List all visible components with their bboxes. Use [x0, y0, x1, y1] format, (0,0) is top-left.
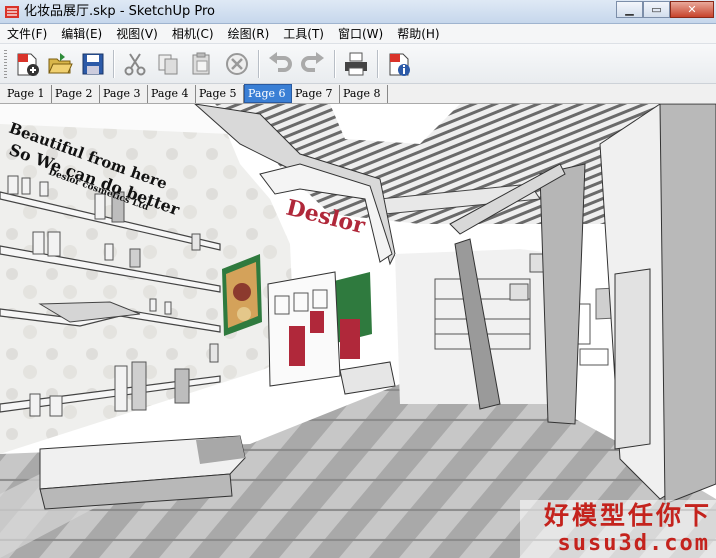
- watermark-url: susu3d.com: [557, 531, 710, 556]
- save-icon: [82, 53, 104, 75]
- center-display-unit: [267, 271, 396, 395]
- toolbar-grip[interactable]: [4, 50, 7, 78]
- model-info-icon: [389, 53, 410, 76]
- tab-page-4[interactable]: Page 4: [148, 85, 196, 103]
- standard-toolbar: [0, 44, 716, 84]
- toolbar-separator: [334, 50, 336, 78]
- menu-file[interactable]: 文件(F): [0, 24, 54, 44]
- toolbar-separator: [258, 50, 260, 78]
- menu-window[interactable]: 窗口(W): [331, 24, 390, 44]
- redo-icon: [301, 52, 324, 72]
- tab-page-5[interactable]: Page 5: [196, 85, 244, 103]
- menu-draw[interactable]: 绘图(R): [221, 24, 277, 44]
- undo-button[interactable]: [265, 49, 295, 79]
- model-info-button[interactable]: [384, 49, 414, 79]
- menu-bar: 文件(F) 编辑(E) 视图(V) 相机(C) 绘图(R) 工具(T) 窗口(W…: [0, 24, 716, 44]
- paste-button[interactable]: [186, 49, 216, 79]
- print-button[interactable]: [341, 49, 371, 79]
- cut-icon: [124, 53, 146, 76]
- tab-page-1[interactable]: Page 1: [4, 85, 52, 103]
- toolbar-separator: [113, 50, 115, 78]
- menu-tools[interactable]: 工具(T): [276, 24, 331, 44]
- window-title: 化妆品展厅.skp - SketchUp Pro: [24, 4, 215, 19]
- sketchup-app-icon: [5, 6, 19, 18]
- watermark-slogan: 好模型任你下: [543, 501, 712, 530]
- new-model-icon: [17, 53, 39, 76]
- redo-button[interactable]: [298, 49, 328, 79]
- tab-page-7[interactable]: Page 7: [292, 85, 340, 103]
- open-folder-icon: [48, 53, 73, 74]
- menu-camera[interactable]: 相机(C): [165, 24, 221, 44]
- maximize-button[interactable]: ▭: [643, 1, 670, 18]
- scene-tabs: Page 1 Page 2 Page 3 Page 4 Page 5 Page …: [0, 84, 716, 104]
- tab-page-2[interactable]: Page 2: [52, 85, 100, 103]
- erase-button[interactable]: [222, 49, 252, 79]
- copy-icon: [158, 54, 178, 75]
- center-pillar: [539, 163, 586, 425]
- new-model-button[interactable]: [12, 49, 42, 79]
- menu-view[interactable]: 视图(V): [109, 24, 165, 44]
- print-icon: [345, 52, 367, 76]
- tab-page-3[interactable]: Page 3: [100, 85, 148, 103]
- undo-icon: [269, 52, 292, 72]
- tab-page-6[interactable]: Page 6: [244, 84, 292, 103]
- title-bar: 化妆品展厅.skp - SketchUp Pro ▁ ▭ ✕: [0, 0, 716, 24]
- watermark: 好模型任你下 susu3d.com: [520, 500, 716, 558]
- copy-button[interactable]: [153, 49, 183, 79]
- save-button[interactable]: [78, 49, 108, 79]
- close-button[interactable]: ✕: [670, 1, 714, 18]
- open-button[interactable]: [45, 49, 75, 79]
- paste-icon: [192, 52, 210, 75]
- toolbar-separator: [377, 50, 379, 78]
- window-controls: ▁ ▭ ✕: [616, 1, 714, 19]
- menu-edit[interactable]: 编辑(E): [54, 24, 109, 44]
- showroom-scene: Beautiful from here So We can do better …: [0, 104, 716, 558]
- tab-page-8[interactable]: Page 8: [340, 85, 388, 103]
- erase-icon: [226, 53, 248, 75]
- menu-help[interactable]: 帮助(H): [390, 24, 446, 44]
- minimize-button[interactable]: ▁: [616, 1, 643, 18]
- modeling-viewport[interactable]: Beautiful from here So We can do better …: [0, 104, 716, 558]
- cut-button[interactable]: [120, 49, 150, 79]
